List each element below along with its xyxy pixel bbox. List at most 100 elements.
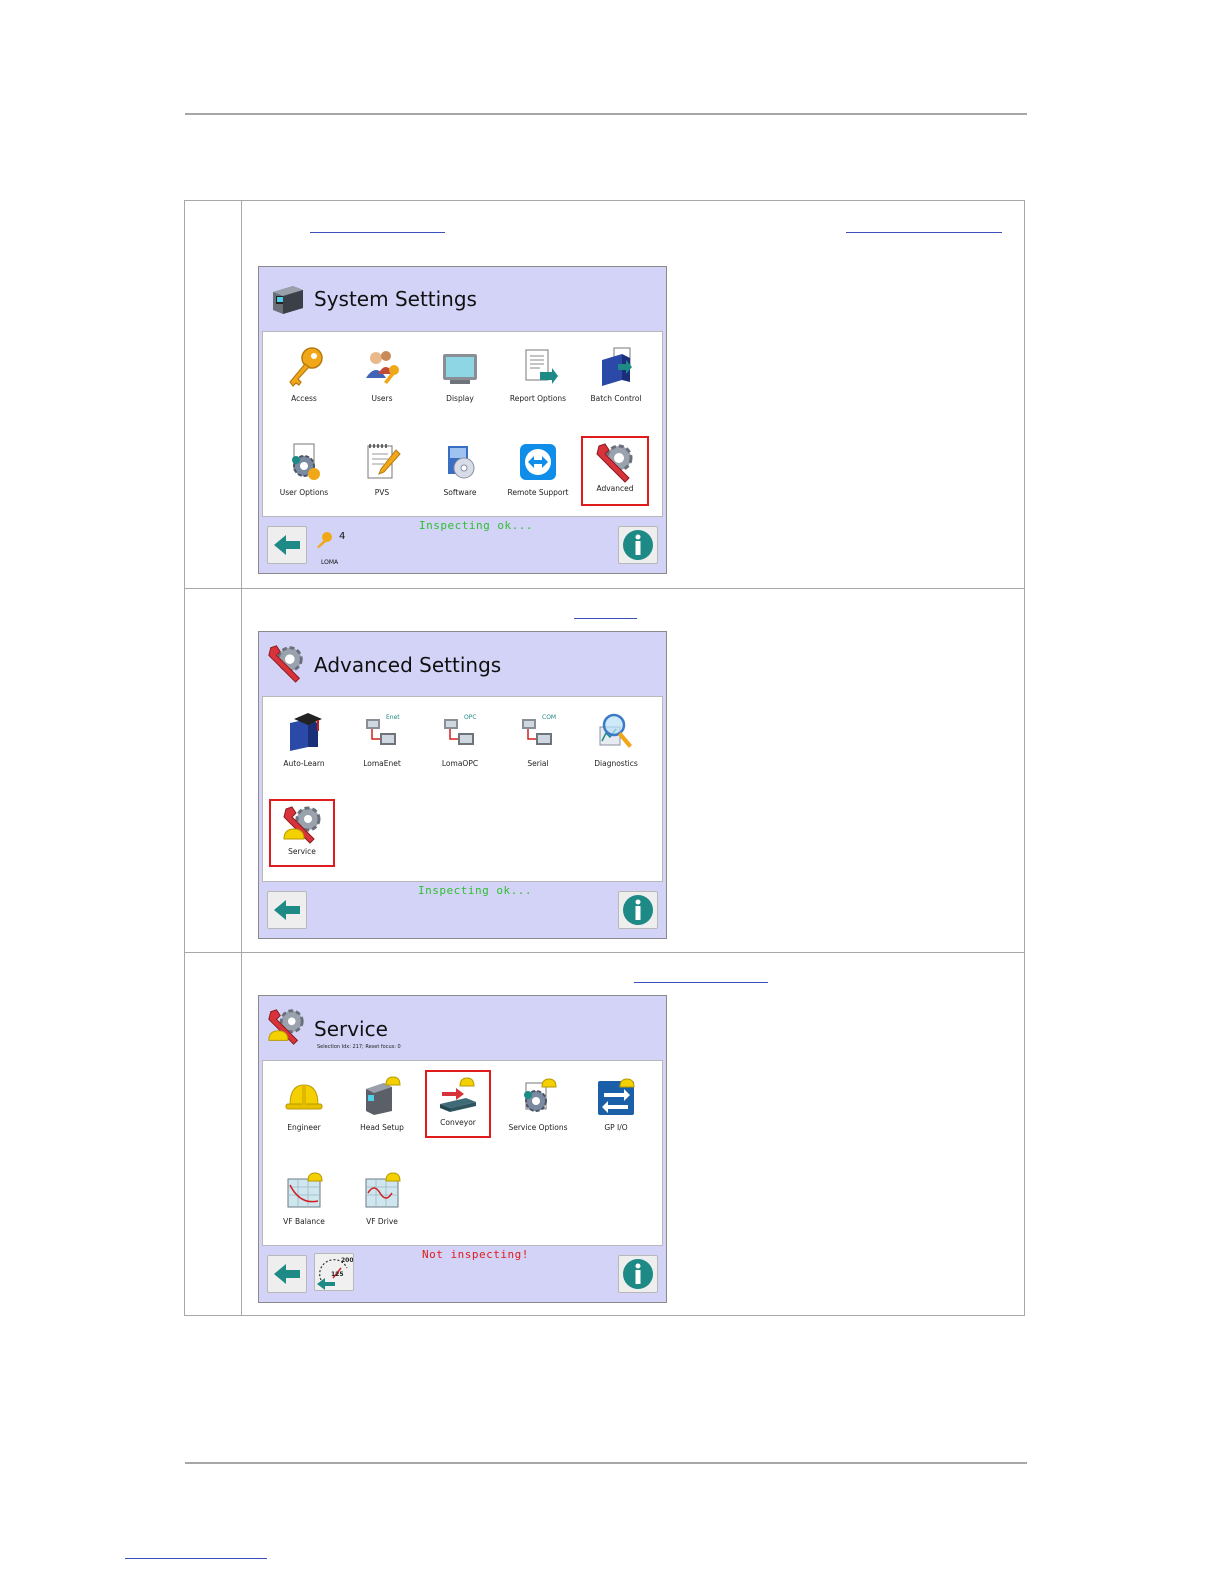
screen-body: Auto-Learn Enet LomaEnet OPC LomaOPC COM…	[262, 696, 663, 882]
advanced-settings-screen: Advanced Settings Auto-Learn Enet LomaEn…	[258, 631, 667, 939]
icon-label: LomaEnet	[363, 759, 401, 768]
vf-drive-icon	[365, 1172, 401, 1208]
info-button[interactable]	[618, 891, 658, 929]
icon-label: VF Balance	[283, 1217, 325, 1226]
wrench-gear-icon	[596, 443, 633, 483]
back-arrow-icon	[274, 900, 300, 920]
auto-learn-icon	[290, 713, 322, 751]
gpio-icon	[598, 1078, 635, 1115]
lomaenet-button[interactable]: Enet LomaEnet	[345, 711, 419, 783]
footer-rule	[185, 1462, 1027, 1464]
users-icon	[366, 351, 399, 384]
back-arrow-icon	[274, 535, 300, 555]
step1-link2-underline[interactable]	[846, 232, 1002, 233]
back-button[interactable]	[267, 891, 307, 929]
icon-label: Head Setup	[360, 1123, 404, 1132]
screen-footer: 4 LOMA Inspecting ok...	[259, 517, 666, 573]
icon-label: Access	[291, 394, 317, 403]
screen-title: System Settings	[314, 287, 477, 311]
diagnostics-button[interactable]: Diagnostics	[579, 711, 653, 783]
step3-link-underline[interactable]	[634, 982, 768, 983]
display-button[interactable]: Display	[423, 346, 497, 418]
screen-subtitle: Selection Idx: 217; Reset focus: 0	[317, 1044, 401, 1050]
software-icon	[448, 446, 475, 479]
user-key-icon	[317, 532, 332, 548]
batch-control-button[interactable]: Batch Control	[579, 346, 653, 418]
gp-io-button[interactable]: GP I/O	[579, 1075, 653, 1147]
icon-label: User Options	[279, 488, 329, 497]
net-tag: Enet	[386, 714, 400, 721]
net-tag: OPC	[464, 714, 477, 721]
back-arrow-icon	[274, 1264, 300, 1284]
service-screen: Service Selection Idx: 217; Reset focus:…	[258, 995, 667, 1303]
conveyor-button[interactable]: Conveyor	[425, 1070, 491, 1138]
icon-label: GP I/O	[604, 1123, 628, 1132]
icon-label: Conveyor	[440, 1118, 476, 1127]
advanced-button[interactable]: Advanced	[581, 436, 649, 506]
icon-label: PVS	[374, 488, 390, 497]
service-icon	[268, 1009, 304, 1045]
status-text: Not inspecting!	[422, 1248, 529, 1261]
icon-label: Service Options	[508, 1123, 568, 1132]
software-button[interactable]: Software	[423, 440, 497, 512]
icon-label: Advanced	[596, 484, 634, 493]
icon-label: Engineer	[287, 1123, 321, 1132]
access-button[interactable]: Access	[267, 346, 341, 418]
step-row-divider	[185, 588, 1024, 589]
screen-header: Service Selection Idx: 217; Reset focus:…	[259, 996, 666, 1058]
speed-value: 125	[331, 1271, 344, 1278]
serial-button[interactable]: COM Serial	[501, 711, 575, 783]
auto-learn-button[interactable]: Auto-Learn	[267, 711, 341, 783]
conveyor-speed-button[interactable]: 200 125	[314, 1253, 354, 1291]
user-level: 4	[339, 531, 346, 542]
screen-title: Service	[314, 1017, 388, 1041]
info-icon	[623, 895, 653, 925]
service-button[interactable]: Service	[269, 799, 335, 867]
step2-link-underline[interactable]	[574, 618, 637, 619]
step1-link-underline[interactable]	[310, 232, 445, 233]
wrench-gear-icon	[268, 645, 303, 683]
user-options-button[interactable]: User Options	[267, 440, 341, 512]
user-name: LOMA	[321, 559, 339, 566]
step-row-divider	[185, 952, 1024, 953]
lomaopc-button[interactable]: OPC LomaOPC	[423, 711, 497, 783]
icon-label: Remote Support	[507, 488, 569, 497]
vf-drive-button[interactable]: VF Drive	[345, 1169, 419, 1241]
screen-footer: 200 125 Not inspecting!	[259, 1246, 666, 1302]
report-options-button[interactable]: Report Options	[501, 346, 575, 418]
vf-balance-button[interactable]: VF Balance	[267, 1169, 341, 1241]
magnifier-icon	[599, 713, 632, 748]
screen-footer: Inspecting ok...	[259, 882, 666, 938]
icon-label: Software	[443, 488, 477, 497]
screen-body: Engineer Head Setup Conveyor Service Opt…	[262, 1060, 663, 1246]
icon-label: Display	[446, 394, 474, 403]
remote-support-icon	[520, 444, 556, 480]
step-number-column-divider	[241, 201, 242, 1315]
icon-label: LomaOPC	[441, 759, 479, 768]
conveyor-icon	[440, 1077, 476, 1112]
engineer-button[interactable]: Engineer	[267, 1075, 341, 1147]
head-setup-icon	[366, 1076, 401, 1115]
network-icon: Enet	[366, 714, 400, 745]
head-setup-button[interactable]: Head Setup	[345, 1075, 419, 1147]
network-icon: COM	[522, 714, 556, 745]
users-button[interactable]: Users	[345, 346, 419, 418]
icon-label: Serial	[527, 759, 549, 768]
screen-header: System Settings	[259, 267, 666, 329]
info-button[interactable]	[618, 526, 658, 564]
vf-balance-icon	[287, 1172, 323, 1208]
status-text: Inspecting ok...	[419, 519, 533, 532]
info-button[interactable]	[618, 1255, 658, 1293]
pvs-button[interactable]: PVS	[345, 440, 419, 512]
service-options-button[interactable]: Service Options	[501, 1075, 575, 1147]
monitor-icon	[443, 354, 477, 384]
report-icon	[525, 349, 558, 384]
back-button[interactable]	[267, 1255, 307, 1293]
back-button[interactable]	[267, 526, 307, 564]
icon-label: VF Drive	[366, 1217, 398, 1226]
detector-head-icon	[273, 286, 303, 314]
screen-body: Access Users Display Report Options Batc…	[262, 331, 663, 517]
speedometer-icon: 200 125	[317, 1257, 354, 1290]
remote-support-button[interactable]: Remote Support	[501, 440, 575, 512]
screen-header: Advanced Settings	[259, 632, 666, 694]
